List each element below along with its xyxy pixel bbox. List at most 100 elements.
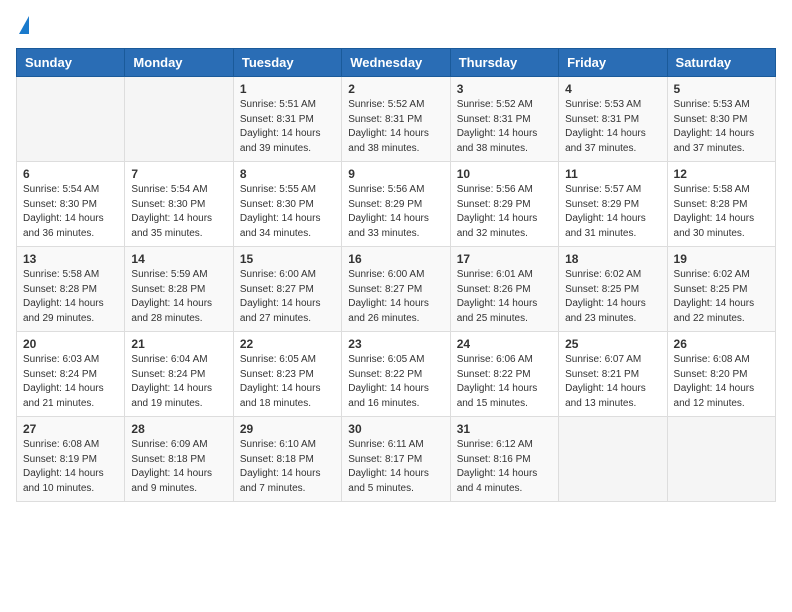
day-number: 9 [348,167,443,181]
calendar-header-row: SundayMondayTuesdayWednesdayThursdayFrid… [17,49,776,77]
day-info: Sunrise: 6:05 AM Sunset: 8:22 PM Dayligh… [348,353,443,411]
day-info: Sunrise: 5:56 AM Sunset: 8:29 PM Dayligh… [348,183,443,241]
day-info: Sunrise: 5:53 AM Sunset: 8:31 PM Dayligh… [565,98,660,156]
day-info: Sunrise: 5:59 AM Sunset: 8:28 PM Dayligh… [131,268,226,326]
day-info: Sunrise: 5:58 AM Sunset: 8:28 PM Dayligh… [23,268,118,326]
day-number: 22 [240,337,335,351]
day-info: Sunrise: 6:02 AM Sunset: 8:25 PM Dayligh… [674,268,769,326]
calendar-cell [667,417,775,502]
day-header-monday: Monday [125,49,233,77]
day-header-saturday: Saturday [667,49,775,77]
day-number: 31 [457,422,552,436]
calendar-cell: 4 Sunrise: 5:53 AM Sunset: 8:31 PM Daylig… [559,77,667,162]
calendar-week-row: 6 Sunrise: 5:54 AM Sunset: 8:30 PM Daylig… [17,162,776,247]
page-header [16,16,776,36]
day-info: Sunrise: 5:52 AM Sunset: 8:31 PM Dayligh… [348,98,443,156]
day-info: Sunrise: 5:55 AM Sunset: 8:30 PM Dayligh… [240,183,335,241]
calendar-cell: 9 Sunrise: 5:56 AM Sunset: 8:29 PM Daylig… [342,162,450,247]
calendar-cell: 12 Sunrise: 5:58 AM Sunset: 8:28 PM Dayli… [667,162,775,247]
calendar-cell: 28 Sunrise: 6:09 AM Sunset: 8:18 PM Dayli… [125,417,233,502]
day-info: Sunrise: 6:05 AM Sunset: 8:23 PM Dayligh… [240,353,335,411]
day-info: Sunrise: 6:12 AM Sunset: 8:16 PM Dayligh… [457,438,552,496]
day-header-sunday: Sunday [17,49,125,77]
day-info: Sunrise: 6:10 AM Sunset: 8:18 PM Dayligh… [240,438,335,496]
day-number: 24 [457,337,552,351]
day-info: Sunrise: 5:56 AM Sunset: 8:29 PM Dayligh… [457,183,552,241]
day-number: 8 [240,167,335,181]
calendar-cell: 20Sunrise: 6:03 AM Sunset: 8:24 PM Dayli… [17,332,125,417]
calendar-cell: 11 Sunrise: 5:57 AM Sunset: 8:29 PM Dayli… [559,162,667,247]
day-number: 21 [131,337,226,351]
day-header-tuesday: Tuesday [233,49,341,77]
day-info: Sunrise: 5:58 AM Sunset: 8:28 PM Dayligh… [674,183,769,241]
day-number: 12 [674,167,769,181]
day-info: Sunrise: 6:09 AM Sunset: 8:18 PM Dayligh… [131,438,226,496]
day-number: 15 [240,252,335,266]
calendar-cell: 1 Sunrise: 5:51 AM Sunset: 8:31 PM Daylig… [233,77,341,162]
day-number: 20 [23,337,118,351]
calendar-table: SundayMondayTuesdayWednesdayThursdayFrid… [16,48,776,502]
calendar-cell: 7 Sunrise: 5:54 AM Sunset: 8:30 PM Daylig… [125,162,233,247]
day-info: Sunrise: 6:11 AM Sunset: 8:17 PM Dayligh… [348,438,443,496]
calendar-cell: 31 Sunrise: 6:12 AM Sunset: 8:16 PM Dayli… [450,417,558,502]
calendar-cell: 2 Sunrise: 5:52 AM Sunset: 8:31 PM Daylig… [342,77,450,162]
day-number: 10 [457,167,552,181]
calendar-week-row: 1 Sunrise: 5:51 AM Sunset: 8:31 PM Daylig… [17,77,776,162]
calendar-cell: 23 Sunrise: 6:05 AM Sunset: 8:22 PM Dayli… [342,332,450,417]
day-header-wednesday: Wednesday [342,49,450,77]
calendar-cell: 17 Sunrise: 6:01 AM Sunset: 8:26 PM Dayli… [450,247,558,332]
calendar-cell: 18 Sunrise: 6:02 AM Sunset: 8:25 PM Dayli… [559,247,667,332]
day-number: 25 [565,337,660,351]
calendar-week-row: 27Sunrise: 6:08 AM Sunset: 8:19 PM Dayli… [17,417,776,502]
day-info: Sunrise: 6:08 AM Sunset: 8:19 PM Dayligh… [23,438,118,496]
day-info: Sunrise: 6:01 AM Sunset: 8:26 PM Dayligh… [457,268,552,326]
day-number: 1 [240,82,335,96]
calendar-cell: 26Sunrise: 6:08 AM Sunset: 8:20 PM Dayli… [667,332,775,417]
day-number: 11 [565,167,660,181]
calendar-cell: 24Sunrise: 6:06 AM Sunset: 8:22 PM Dayli… [450,332,558,417]
calendar-cell: 10 Sunrise: 5:56 AM Sunset: 8:29 PM Dayli… [450,162,558,247]
day-number: 23 [348,337,443,351]
day-number: 14 [131,252,226,266]
calendar-cell: 25 Sunrise: 6:07 AM Sunset: 8:21 PM Dayli… [559,332,667,417]
day-info: Sunrise: 5:57 AM Sunset: 8:29 PM Dayligh… [565,183,660,241]
calendar-cell: 21 Sunrise: 6:04 AM Sunset: 8:24 PM Dayli… [125,332,233,417]
day-info: Sunrise: 6:07 AM Sunset: 8:21 PM Dayligh… [565,353,660,411]
day-number: 7 [131,167,226,181]
calendar-week-row: 13Sunrise: 5:58 AM Sunset: 8:28 PM Dayli… [17,247,776,332]
day-number: 18 [565,252,660,266]
calendar-cell: 30 Sunrise: 6:11 AM Sunset: 8:17 PM Dayli… [342,417,450,502]
logo-triangle-icon [19,16,29,34]
calendar-cell: 16 Sunrise: 6:00 AM Sunset: 8:27 PM Dayli… [342,247,450,332]
day-info: Sunrise: 5:54 AM Sunset: 8:30 PM Dayligh… [23,183,118,241]
day-number: 4 [565,82,660,96]
day-number: 30 [348,422,443,436]
calendar-cell: 6 Sunrise: 5:54 AM Sunset: 8:30 PM Daylig… [17,162,125,247]
day-number: 16 [348,252,443,266]
day-info: Sunrise: 5:54 AM Sunset: 8:30 PM Dayligh… [131,183,226,241]
day-info: Sunrise: 6:02 AM Sunset: 8:25 PM Dayligh… [565,268,660,326]
calendar-cell: 14 Sunrise: 5:59 AM Sunset: 8:28 PM Dayli… [125,247,233,332]
day-header-thursday: Thursday [450,49,558,77]
day-info: Sunrise: 6:04 AM Sunset: 8:24 PM Dayligh… [131,353,226,411]
day-header-friday: Friday [559,49,667,77]
calendar-cell: 8 Sunrise: 5:55 AM Sunset: 8:30 PM Daylig… [233,162,341,247]
calendar-week-row: 20Sunrise: 6:03 AM Sunset: 8:24 PM Dayli… [17,332,776,417]
day-number: 19 [674,252,769,266]
logo [16,16,29,36]
calendar-cell [17,77,125,162]
day-info: Sunrise: 6:00 AM Sunset: 8:27 PM Dayligh… [348,268,443,326]
day-number: 6 [23,167,118,181]
calendar-cell: 5Sunrise: 5:53 AM Sunset: 8:30 PM Daylig… [667,77,775,162]
day-number: 2 [348,82,443,96]
day-info: Sunrise: 5:51 AM Sunset: 8:31 PM Dayligh… [240,98,335,156]
day-number: 26 [674,337,769,351]
day-number: 17 [457,252,552,266]
day-number: 3 [457,82,552,96]
day-number: 5 [674,82,769,96]
calendar-cell [125,77,233,162]
calendar-cell: 3Sunrise: 5:52 AM Sunset: 8:31 PM Daylig… [450,77,558,162]
day-number: 28 [131,422,226,436]
calendar-cell: 13Sunrise: 5:58 AM Sunset: 8:28 PM Dayli… [17,247,125,332]
calendar-cell: 22 Sunrise: 6:05 AM Sunset: 8:23 PM Dayli… [233,332,341,417]
